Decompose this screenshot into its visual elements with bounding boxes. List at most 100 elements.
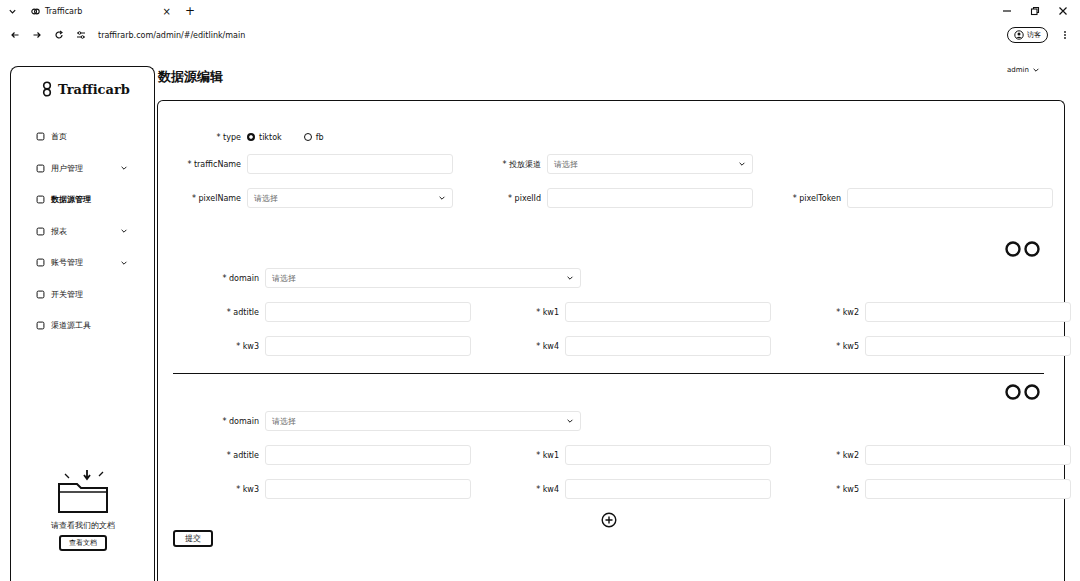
sidebar-item[interactable]: 渠道源工具	[11, 310, 154, 342]
text-input[interactable]	[265, 445, 471, 465]
form-field: * kw4	[491, 472, 791, 506]
form-field: * type tiktok fb	[173, 127, 344, 147]
field-label: * kw2	[791, 451, 859, 460]
select-field[interactable]: 请选择	[547, 154, 753, 174]
form-field: * kw5	[791, 472, 1080, 506]
site-info-icon[interactable]	[76, 30, 86, 40]
keyword-group: * domain请选择* adtitle* kw1* kw2* kw3* kw4…	[173, 373, 1044, 506]
form-field: * 投放渠道请选择	[473, 147, 773, 181]
text-input[interactable]	[565, 302, 771, 322]
sidebar-item[interactable]: 报表	[11, 216, 154, 248]
select-field[interactable]: 请选择	[247, 188, 453, 208]
browser-tab[interactable]: Trafficarb×	[27, 4, 175, 19]
minimize-icon[interactable]	[1002, 6, 1012, 16]
profile-label: 访客	[1027, 30, 1041, 40]
sidebar-item-label: 报表	[51, 226, 114, 237]
menu-item-icon	[36, 227, 45, 236]
restore-icon[interactable]	[1030, 6, 1040, 16]
menu-item-icon	[36, 164, 45, 173]
radio-label: tiktok	[259, 133, 282, 142]
reload-icon[interactable]	[54, 30, 64, 40]
form-field: * kw4	[491, 329, 791, 363]
text-input[interactable]	[865, 445, 1071, 465]
form-field: * trafficName	[173, 147, 473, 181]
form-field: * pixelId	[473, 181, 773, 215]
form-field: * domain请选择	[191, 261, 601, 295]
sidebar-item-label: 数据源管理	[51, 194, 128, 205]
field-label: * kw5	[791, 485, 859, 494]
add-circle-icon[interactable]	[1005, 384, 1021, 400]
form-field: * adtitle	[191, 438, 491, 472]
folder-icon	[53, 466, 113, 516]
text-input[interactable]	[847, 188, 1053, 208]
doc-button[interactable]: 查看文档	[59, 535, 107, 551]
text-input[interactable]	[265, 479, 471, 499]
radio-group: tiktok fb	[247, 133, 324, 142]
text-input[interactable]	[865, 302, 1071, 322]
select-field[interactable]: 请选择	[265, 411, 581, 431]
field-label: * kw1	[491, 308, 559, 317]
field-label: * adtitle	[191, 451, 259, 460]
form-field: * pixelToken	[773, 181, 1073, 215]
admin-page: Trafficarb首页用户管理数据源管理报表账号管理开关管理渠道源工具请查看我…	[0, 48, 1080, 581]
address-bar: traffirarb.com/admin/#/editlink/main 访客	[0, 22, 1080, 48]
add-circle-icon[interactable]	[1005, 241, 1021, 257]
sidebar-item[interactable]: 数据源管理	[11, 184, 154, 216]
close-icon[interactable]	[1058, 6, 1068, 16]
radio-option[interactable]: tiktok	[247, 133, 282, 142]
chevron-down-icon	[566, 274, 574, 282]
user-menu[interactable]: admin	[1007, 66, 1040, 74]
sidebar-item[interactable]: 首页	[11, 121, 154, 153]
tab-close-button[interactable]: ×	[163, 6, 171, 17]
back-arrow-icon[interactable]	[10, 30, 20, 40]
text-input[interactable]	[865, 336, 1071, 356]
sidebar-item-label: 用户管理	[51, 163, 114, 174]
profile-button[interactable]: 访客	[1007, 27, 1048, 43]
field-label: * type	[173, 133, 241, 142]
field-label: * kw3	[191, 342, 259, 351]
radio-dot	[304, 133, 312, 141]
select-field[interactable]: 请选择	[265, 268, 581, 288]
chevron-down-icon	[120, 227, 128, 235]
new-tab-button[interactable]: +	[185, 4, 195, 18]
text-input[interactable]	[565, 336, 771, 356]
form-row: * pixelName请选择* pixelId* pixelToken	[173, 181, 1044, 215]
text-input[interactable]	[265, 302, 471, 322]
text-input[interactable]	[247, 154, 453, 174]
text-input[interactable]	[547, 188, 753, 208]
radio-label: fb	[316, 133, 324, 142]
select-placeholder: 请选择	[272, 273, 296, 284]
text-input[interactable]	[565, 445, 771, 465]
sidebar-item[interactable]: 账号管理	[11, 247, 154, 279]
tab-list-icon[interactable]	[8, 7, 17, 16]
field-label: * kw3	[191, 485, 259, 494]
field-label: * domain	[191, 417, 259, 426]
url-field[interactable]: traffirarb.com/admin/#/editlink/main	[98, 31, 245, 40]
sidebar-item-label: 开关管理	[51, 289, 128, 300]
form-row: * adtitle* kw1* kw2* kw3* kw4* kw5	[191, 295, 1044, 363]
menu-item-icon	[36, 321, 45, 330]
sidebar: Trafficarb首页用户管理数据源管理报表账号管理开关管理渠道源工具请查看我…	[10, 66, 155, 581]
sidebar-item[interactable]: 开关管理	[11, 279, 154, 311]
remove-circle-icon[interactable]	[1024, 384, 1040, 400]
sidebar-item[interactable]: 用户管理	[11, 153, 154, 185]
submit-button[interactable]: 提交	[173, 530, 213, 547]
sidebar-item-label: 账号管理	[51, 257, 114, 268]
keyword-group: * domain请选择* adtitle* kw1* kw2* kw3* kw4…	[173, 241, 1044, 363]
text-input[interactable]	[865, 479, 1071, 499]
add-group-icon[interactable]	[601, 512, 617, 528]
text-input[interactable]	[565, 479, 771, 499]
sidebar-item-label: 渠道源工具	[51, 320, 128, 331]
sidebar-item-label: 首页	[51, 131, 128, 142]
logo[interactable]: Trafficarb	[11, 67, 154, 97]
remove-circle-icon[interactable]	[1024, 241, 1040, 257]
chevron-down-icon	[738, 160, 746, 168]
user-name: admin	[1007, 66, 1029, 74]
form-field: * kw1	[491, 295, 791, 329]
menu-dots-icon[interactable]	[1060, 30, 1070, 40]
text-input[interactable]	[265, 336, 471, 356]
forward-arrow-icon[interactable]	[32, 30, 42, 40]
radio-option[interactable]: fb	[304, 133, 324, 142]
chevron-down-icon	[1032, 66, 1040, 74]
group-actions	[191, 384, 1044, 404]
